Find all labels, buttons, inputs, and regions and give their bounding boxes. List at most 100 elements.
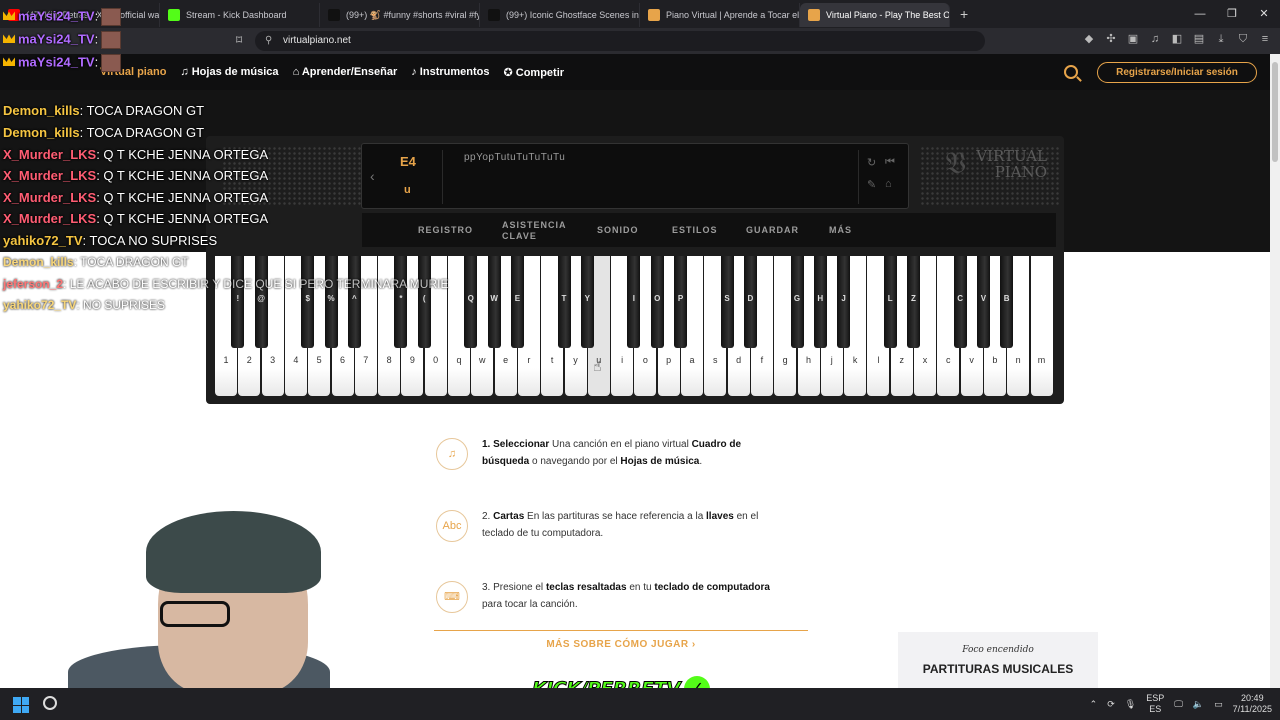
puzzle-icon[interactable]: ✣ <box>1104 32 1118 46</box>
piano-black-key[interactable]: E <box>510 256 524 348</box>
menu-clave[interactable]: CLAVE <box>502 231 537 241</box>
chat-username: maYsi24_TV <box>18 31 95 47</box>
minimize-icon[interactable]: — <box>1184 0 1216 28</box>
volume-icon[interactable]: 🔈 <box>1193 699 1204 710</box>
key-label: V <box>980 294 987 303</box>
piano-black-key[interactable]: I <box>627 256 641 348</box>
sidebar-icon[interactable]: ◧ <box>1170 32 1184 46</box>
piano-black-key[interactable]: P <box>674 256 687 348</box>
download-icon[interactable]: ⤓ <box>1214 32 1228 46</box>
chat-text: : <box>94 54 99 70</box>
new-tab-button[interactable]: + <box>950 6 978 22</box>
chat-username: X_Murder_LKS <box>3 190 97 205</box>
close-icon[interactable]: ✕ <box>1248 0 1280 28</box>
home-icon[interactable]: ⌂ <box>885 178 892 190</box>
key-label: w <box>479 355 486 365</box>
piano-black-key[interactable]: B <box>1000 256 1014 348</box>
page-scrollbar[interactable] <box>1270 54 1280 688</box>
menu-asistencia[interactable]: ASISTENCIA <box>502 220 567 230</box>
piano-black-key[interactable]: C <box>953 256 967 348</box>
logo-bottom: PIANO <box>994 163 1047 181</box>
browser-tab[interactable]: (99+) Iconic Ghostface Scenes in Hallo <box>480 3 640 27</box>
nav-link[interactable]: ✪ Competir <box>503 66 564 79</box>
step-text-part: 3. Presione el <box>482 582 546 593</box>
scroll-thumb[interactable] <box>1272 62 1278 162</box>
step-text-part: Hojas de música <box>620 456 700 467</box>
replay-icon[interactable]: ↻ <box>867 156 876 169</box>
tab-favicon-icon <box>808 9 820 21</box>
piano-black-key[interactable]: T <box>557 256 571 348</box>
crown-icon <box>3 57 15 67</box>
piano-black-key[interactable]: D <box>743 256 757 348</box>
shield-icon[interactable]: ⛉ <box>1236 32 1250 46</box>
key-label: x <box>922 355 928 365</box>
piano-black-key[interactable]: S <box>720 256 734 348</box>
piano-black-key[interactable]: G <box>790 256 804 348</box>
more-how-to-link[interactable]: MÁS SOBRE CÓMO JUGAR › <box>434 639 808 650</box>
key-label: I <box>632 294 635 303</box>
chat-username: X_Murder_LKS <box>3 211 97 226</box>
key-label: D <box>747 294 754 303</box>
screenshot-icon[interactable]: ▣ <box>1126 32 1140 46</box>
chat-message: Demon_kills: TOCA DRAGON GT <box>3 255 189 269</box>
chat-message: Demon_kills: TOCA DRAGON GT <box>3 103 204 118</box>
piano-black-key[interactable]: O <box>650 256 664 348</box>
key-label: 6 <box>339 355 345 365</box>
chat-text: : TOCA NO SUPRISES <box>82 233 218 248</box>
browser-tab[interactable]: Virtual Piano - Play The Best On✕ <box>800 3 950 27</box>
piano-black-key[interactable]: H <box>813 256 827 348</box>
skip-back-icon[interactable]: ⏮ <box>885 156 895 169</box>
piano-black-key[interactable]: L <box>883 256 897 348</box>
piano-white-key[interactable]: m <box>1030 256 1053 396</box>
tab-favicon-icon <box>648 9 660 21</box>
restore-icon[interactable]: ❐ <box>1216 0 1248 28</box>
pencil-icon[interactable]: ✎ <box>867 178 876 191</box>
search-icon[interactable] <box>1064 65 1078 79</box>
clock-date: 7/11/2025 <box>1232 704 1272 714</box>
browser-tab[interactable]: Piano Virtual | Aprende a Tocar el Mú <box>640 3 800 27</box>
menu-estilos[interactable]: ESTILOS <box>672 225 718 235</box>
sheet-music-card[interactable]: Foco encendido PARTITURAS MUSICALES <box>898 632 1098 692</box>
chat-username: yahiko72_TV <box>3 298 77 312</box>
key-label: o <box>642 355 648 365</box>
battery-icon[interactable]: ▭ <box>1214 699 1223 710</box>
key-label: k <box>852 355 858 365</box>
taskbar-search-icon[interactable] <box>43 696 57 710</box>
menu-guardar[interactable]: GUARDAR <box>746 225 799 235</box>
key-label: c <box>946 355 951 365</box>
key-label: z <box>899 355 904 365</box>
piano-black-key[interactable]: W <box>487 256 501 348</box>
piano-black-key[interactable]: Z <box>907 256 920 348</box>
step-text-part: . <box>699 456 703 467</box>
sync-icon[interactable]: ⟳ <box>1107 699 1115 710</box>
chat-username: maYsi24_TV <box>18 8 95 24</box>
piano-black-key[interactable]: J <box>837 256 851 348</box>
language-indicator[interactable]: ESP ES <box>1146 693 1164 715</box>
chevron-up-icon[interactable]: ⌃ <box>1090 699 1098 710</box>
menu-sonido[interactable]: SONIDO <box>597 225 639 235</box>
extension-icon[interactable]: ◆ <box>1082 32 1096 46</box>
clock[interactable]: 20:49 7/11/2025 <box>1233 693 1272 715</box>
streamer-glasses <box>160 601 230 627</box>
chat-message: X_Murder_LKS: Q T KCHE JENNA ORTEGA <box>3 147 268 162</box>
crown-icon <box>3 34 15 44</box>
key-label: e <box>503 355 509 365</box>
mic-icon[interactable]: 🎙 <box>1125 699 1136 710</box>
chat-username: jeferson_2 <box>3 277 64 291</box>
key-label: m <box>1037 355 1046 365</box>
chat-text: : Q T KCHE JENNA ORTEGA <box>96 168 269 183</box>
piano-black-key[interactable]: V <box>976 256 990 348</box>
key-label: s <box>713 355 718 365</box>
key-label: 5 <box>316 355 322 365</box>
network-icon[interactable]: 🖵 <box>1174 699 1183 710</box>
key-label: J <box>841 294 846 303</box>
windows-start-icon[interactable] <box>13 697 29 713</box>
wallet-icon[interactable]: ▤ <box>1192 32 1206 46</box>
step-text-part: llaves <box>706 511 734 522</box>
menu-icon[interactable]: ≡ <box>1258 32 1272 46</box>
login-button[interactable]: Registrarse/Iniciar sesión <box>1097 62 1257 83</box>
music-icon[interactable]: ♫ <box>1148 32 1162 46</box>
piano-black-key[interactable]: Y <box>580 256 594 348</box>
menu-mas[interactable]: MÁS <box>829 225 852 235</box>
screen: (47) Kim Petras - XXX (official wa Stream… <box>0 0 1280 720</box>
